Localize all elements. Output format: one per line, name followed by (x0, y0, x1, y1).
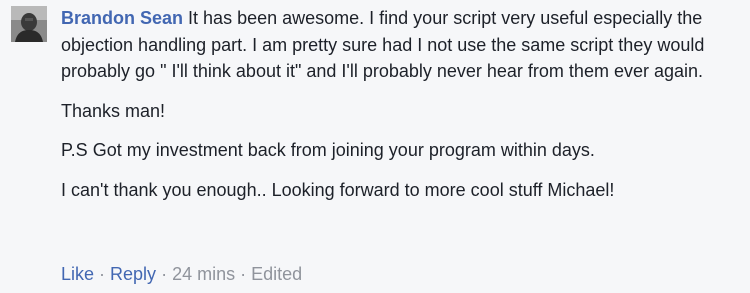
comment-paragraph-1: Brandon Sean It has been awesome. I find… (61, 5, 741, 85)
separator: · (161, 264, 168, 284)
edited-label[interactable]: Edited (251, 264, 302, 284)
avatar[interactable] (11, 6, 47, 42)
timestamp[interactable]: 24 mins (172, 264, 235, 284)
comment-paragraph-2: Thanks man! (61, 100, 166, 121)
separator: · (99, 264, 106, 284)
comment-paragraph-3: P.S Got my investment back from joining … (61, 140, 595, 160)
comment-paragraph-4: I can't thank you enough.. Looking forwa… (61, 179, 615, 200)
comment-actions: Like · Reply · 24 mins · Edited (61, 262, 302, 286)
comment: Brandon Sean It has been awesome. I find… (0, 0, 750, 293)
reply-link[interactable]: Reply (110, 264, 156, 284)
like-link[interactable]: Like (61, 264, 94, 284)
user-avatar-icon (11, 6, 47, 42)
separator: · (240, 264, 247, 284)
author-name-link[interactable]: Brandon Sean (61, 8, 183, 28)
comment-body: Brandon Sean It has been awesome. I find… (61, 5, 741, 203)
